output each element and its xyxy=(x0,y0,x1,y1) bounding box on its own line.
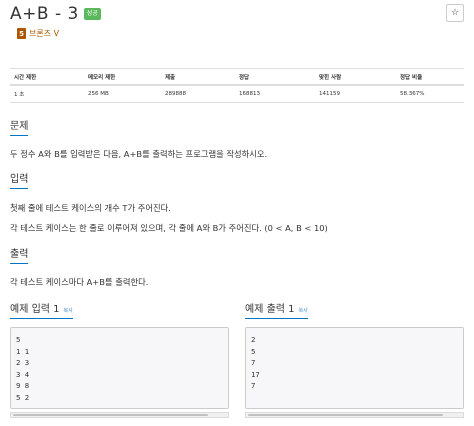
example-input-title: 예제 입력 1 xyxy=(10,304,60,315)
example-output-line: 17 xyxy=(251,369,260,379)
example-output-title: 예제 출력 1 xyxy=(245,304,295,315)
header-time-limit: 시간 제한 xyxy=(10,68,84,86)
table-row: 1 초 256 MB 289888 168813 141159 58.367% xyxy=(10,85,464,103)
header-solved-users: 맞힌 사람 xyxy=(315,68,396,86)
accept-ratio-value: 58.367% xyxy=(396,85,464,103)
example-input-line: 2 3 xyxy=(16,358,30,367)
input-description-line-1: 첫째 줄에 테스트 케이스의 개수 T가 주어진다. xyxy=(10,203,171,213)
header-accept-ratio: 정답 비율 xyxy=(396,68,464,86)
problem-info-table: 시간 제한 메모리 제한 제출 정답 맞힌 사람 정답 비율 1 초 256 M… xyxy=(10,68,464,103)
favorite-button[interactable]: ☆ xyxy=(446,4,464,22)
example-output-line: 7 xyxy=(251,381,256,390)
input-description-line-2: 각 테스트 케이스는 한 줄로 이루어져 있으며, 각 줄에 A와 B가 주어진… xyxy=(10,223,328,233)
submissions-value[interactable]: 289888 xyxy=(161,85,235,103)
problem-description: 두 정수 A와 B를 입력받은 다음, A+B를 출력하는 프로그램을 작성하시… xyxy=(10,149,268,159)
header-submissions: 제출 xyxy=(161,68,235,86)
example-input-line: 3 4 xyxy=(16,369,30,379)
copy-input-link[interactable]: 복사 xyxy=(64,307,73,314)
title-row: A+B - 3 성공 xyxy=(10,4,101,24)
scrollbar-thumb[interactable] xyxy=(13,414,209,416)
tier-label: 브론즈 V xyxy=(29,29,60,38)
example-input-heading: 예제 입력 1 복사 xyxy=(10,300,73,319)
example-input-line: 1 1 xyxy=(16,346,30,356)
output-heading: 출력 xyxy=(10,245,29,264)
status-badge: 성공 xyxy=(83,8,101,20)
problem-heading: 문제 xyxy=(10,117,29,136)
example-input-line: 9 8 xyxy=(16,381,30,390)
header-accepted: 정답 xyxy=(235,68,315,86)
scrollbar-thumb[interactable] xyxy=(248,414,444,416)
example-input-scrollbar[interactable] xyxy=(10,412,229,418)
memory-limit-value: 256 MB xyxy=(84,85,161,103)
example-output-heading: 예제 출력 1 복사 xyxy=(245,300,308,319)
example-output-box[interactable]: 2 5 7 17 7 xyxy=(245,327,464,409)
example-input-line: 5 2 xyxy=(16,392,30,402)
solved-users-value[interactable]: 141159 xyxy=(315,85,396,103)
bronze-tier-icon: 5 xyxy=(17,28,26,39)
output-description: 각 테스트 케이스마다 A+B를 출력한다. xyxy=(10,277,149,287)
header-memory-limit: 메모리 제한 xyxy=(84,68,161,86)
page-title: A+B - 3 xyxy=(10,4,79,24)
star-icon: ☆ xyxy=(450,8,460,18)
accepted-value[interactable]: 168813 xyxy=(235,85,315,103)
input-heading: 입력 xyxy=(10,170,29,189)
tier-badge[interactable]: 5 브론즈 V xyxy=(17,28,59,39)
time-limit-value: 1 초 xyxy=(10,85,84,103)
example-input-line: 5 xyxy=(16,335,21,344)
example-output-line: 5 xyxy=(251,346,256,356)
copy-output-link[interactable]: 복사 xyxy=(299,307,308,314)
example-input-box[interactable]: 5 1 1 2 3 3 4 9 8 5 2 xyxy=(10,327,229,409)
example-output-line: 2 xyxy=(251,335,256,344)
example-output-line: 7 xyxy=(251,358,256,367)
example-output-scrollbar[interactable] xyxy=(245,412,464,418)
table-header-row: 시간 제한 메모리 제한 제출 정답 맞힌 사람 정답 비율 xyxy=(10,68,464,86)
